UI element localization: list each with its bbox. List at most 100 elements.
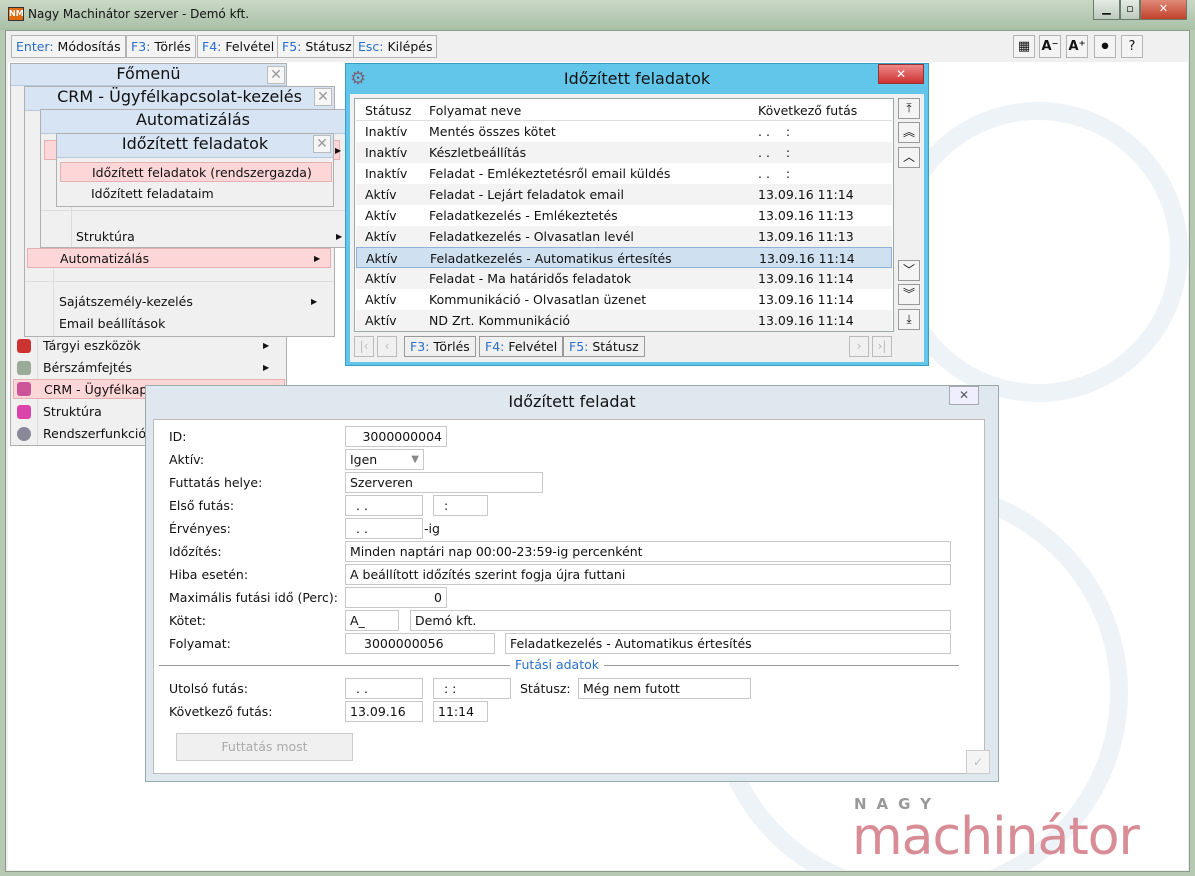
table-cell: Inaktív (365, 145, 408, 160)
logo: NAGY machinátor (852, 795, 1140, 867)
table-cell: Aktív (365, 271, 397, 286)
font-decrease-icon[interactable]: A⁻ (1039, 35, 1061, 58)
close-icon[interactable]: ✕ (267, 66, 285, 84)
menu-item-own-person[interactable]: Sajátszemély-kezelés ▶ (59, 292, 329, 312)
scroll-top-button[interactable]: ⤒ (898, 98, 920, 119)
next-run-date[interactable]: 13.09.16 (345, 701, 423, 722)
table-cell: 13.09.16 11:13 (758, 208, 854, 223)
page-up-button[interactable]: ︽ (898, 122, 920, 143)
table-cell: Aktív (365, 292, 397, 307)
table-row[interactable]: Aktív Feladatkezelés - Olvasatlan levél 13… (356, 226, 892, 247)
first-page-button[interactable]: |‹ (354, 336, 374, 357)
close-button[interactable]: ✕ (1140, 0, 1187, 20)
table-cell: 13.09.16 11:14 (758, 292, 854, 307)
menu-item-automation[interactable]: Automatizálás ▶ (27, 248, 331, 268)
delete-button[interactable]: F3: Törlés (404, 336, 476, 357)
scroll-down-button[interactable]: ﹀ (898, 260, 920, 281)
run-location-field[interactable]: Szerveren (345, 472, 543, 493)
last-page-button[interactable]: ›| (872, 336, 892, 357)
id-label: ID: (169, 429, 187, 444)
next-page-button[interactable]: › (849, 336, 869, 357)
background-swirl (888, 102, 1188, 402)
menu-item-structure[interactable]: Struktúra ▶ (76, 227, 342, 247)
grid-icon[interactable]: ▦ (1013, 35, 1035, 58)
run-now-button[interactable]: Futtatás most (176, 733, 353, 761)
app-icon: NM (8, 7, 24, 21)
process-name-field[interactable]: Feladatkezelés - Automatikus értesítés (505, 633, 951, 654)
table-cell: Aktív (365, 187, 397, 202)
dialog-title: Időzített feladat (508, 392, 636, 411)
chevron-down-icon: ▼ (411, 454, 419, 465)
process-id-field[interactable]: 3000000056 (345, 633, 495, 654)
status-button[interactable]: F5: Státusz (563, 336, 645, 357)
on-error-field[interactable]: A beállított időzítés szerint fogja újra… (345, 564, 951, 585)
table-cell: 13.09.16 11:13 (758, 229, 854, 244)
menu-item-payroll[interactable]: Bérszámfejtés ▶ (43, 358, 283, 378)
next-run-label: Következő futás: (169, 704, 273, 719)
table-row[interactable]: Inaktív Készletbeállítás . . : (356, 142, 892, 163)
menu-item-system[interactable]: Rendszerfunkciók (43, 424, 153, 444)
menu-item-structure[interactable]: Struktúra (43, 402, 102, 422)
help-icon[interactable]: ? (1121, 35, 1143, 58)
table-cell: Feladatkezelés - Emlékeztetés (429, 208, 618, 223)
delete-button[interactable]: F3: Törlés (126, 35, 196, 58)
close-button[interactable]: ✕ (949, 386, 979, 405)
table-cell: Aktív (365, 229, 397, 244)
table-cell: Mentés összes kötet (429, 124, 556, 139)
circle-nav-icon[interactable]: ⏺ (1094, 35, 1116, 58)
table-row[interactable]: Aktív Kommunikáció - Olvasatlan üzenet 13.… (356, 289, 892, 310)
window-title: Nagy Machinátor szerver - Demó kft. (28, 7, 250, 21)
table-cell: Kommunikáció - Olvasatlan üzenet (429, 292, 647, 307)
ok-check-button[interactable]: ✓ (966, 750, 990, 774)
table-row[interactable]: Aktív Feladat - Ma határidős feladatok 13.… (356, 268, 892, 289)
menu-item-my-timed[interactable]: Időzített feladataim (91, 184, 214, 204)
table-row[interactable]: Aktív Feladatkezelés - Automatikus értesí… (356, 247, 892, 268)
menu-item-timed-admin[interactable]: Időzített feladatok (rendszergazda) (60, 162, 332, 182)
schedule-label: Időzítés: (169, 544, 222, 559)
first-run-date[interactable]: . . (345, 495, 423, 516)
modify-button[interactable]: Enter: Módosítás (11, 35, 126, 58)
last-run-date[interactable]: . . (345, 678, 423, 699)
table-row[interactable]: Inaktív Mentés összes kötet . . : (356, 121, 892, 142)
assets-icon (17, 339, 31, 353)
prev-page-button[interactable]: ‹ (377, 336, 397, 357)
valid-until-field[interactable]: . . (345, 518, 423, 539)
status-button[interactable]: F5: Státusz (277, 35, 357, 58)
timed-task-dialog: Időzített feladat ✕ ID: 3000000004 Aktív… (145, 385, 999, 782)
close-button[interactable]: ✕ (878, 64, 924, 84)
table-row[interactable]: Aktív Feladat - Lejárt feladatok email 13.… (356, 184, 892, 205)
page-down-button[interactable]: ︾ (898, 284, 920, 305)
table-row[interactable]: Aktív Feladatkezelés - Emlékeztetés 13.09.… (356, 205, 892, 226)
schedule-field[interactable]: Minden naptári nap 00:00-23:59-ig percen… (345, 541, 951, 562)
last-run-label: Utolsó futás: (169, 681, 248, 696)
table-cell: Készletbeállítás (429, 145, 527, 160)
table-row[interactable]: Aktív ND Zrt. Kommunikáció 13.09.16 11:14 (356, 310, 892, 331)
next-run-time[interactable]: 11:14 (433, 701, 488, 722)
scroll-up-button[interactable]: ︿ (898, 147, 920, 168)
add-button[interactable]: F4: Felvétel (197, 35, 280, 58)
table-row[interactable]: Inaktív Feladat - Emlékeztetésről email k… (356, 163, 892, 184)
scroll-bottom-button[interactable]: ⤓ (898, 309, 920, 330)
tasks-table: Státusz Folyamat neve Következő futás Inak… (354, 98, 894, 332)
font-increase-icon[interactable]: A⁺ (1066, 35, 1088, 58)
table-cell: . . : (758, 124, 791, 139)
volume-name-field[interactable]: Demó kft. (410, 610, 951, 631)
last-run-time[interactable]: : : (433, 678, 511, 699)
volume-code-field[interactable]: A_ (345, 610, 399, 631)
minimize-button[interactable]: ▁ (1093, 0, 1120, 20)
max-runtime-field[interactable]: 0 (345, 587, 447, 608)
structure-icon (17, 405, 31, 419)
exit-button[interactable]: Esc: Kilépés (353, 35, 438, 58)
status-field[interactable]: Még nem futott (578, 678, 751, 699)
close-icon[interactable]: ✕ (313, 135, 331, 153)
menu-item-email-settings[interactable]: Email beállítások (59, 314, 165, 334)
add-button[interactable]: F4: Felvétel (479, 336, 564, 357)
menu-item-assets[interactable]: Tárgyi eszközök ▶ (43, 336, 283, 356)
close-icon[interactable]: ✕ (314, 88, 332, 106)
gear-icon (17, 427, 31, 441)
maximize-button[interactable]: ▫ (1120, 0, 1140, 20)
active-select[interactable]: Igen ▼ (345, 449, 424, 470)
id-field[interactable]: 3000000004 (345, 426, 447, 447)
table-cell: . . : (758, 145, 791, 160)
first-run-time[interactable]: : (433, 495, 488, 516)
